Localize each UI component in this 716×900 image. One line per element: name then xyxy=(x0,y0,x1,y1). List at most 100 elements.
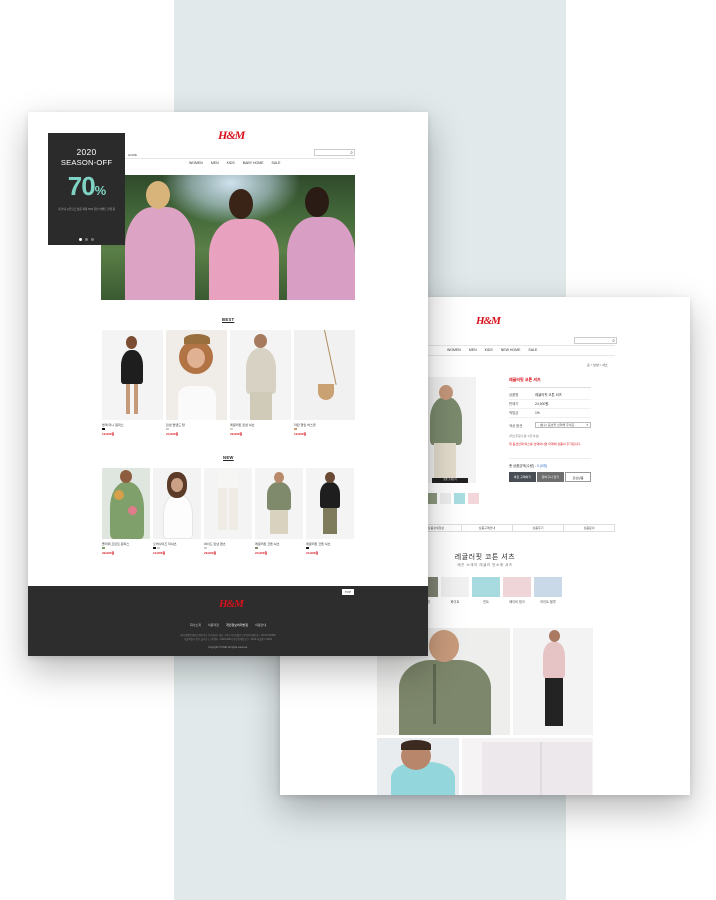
search-input[interactable]: ⌕ xyxy=(314,149,355,156)
product-image[interactable] xyxy=(102,468,150,539)
banner-title: SEASON-OFF xyxy=(60,158,113,167)
search-icon[interactable]: ⌕ xyxy=(350,150,353,156)
option-label: 색상 옵션 xyxy=(509,423,523,428)
product-price: 24,900원 xyxy=(306,551,319,555)
product-card[interactable]: 오버사이즈 티셔츠 12,900원 xyxy=(153,468,201,555)
product-card[interactable]: 블랙 미니 원피스 19,900원 xyxy=(102,330,163,436)
color-swatch[interactable]: 베이비 핑크 xyxy=(503,577,531,604)
main-nav: WOMEN MEN KIDS BABY HOME SALE xyxy=(189,161,280,165)
product-card[interactable]: 와이드 린넨 팬츠 29,900원 xyxy=(204,468,252,555)
nav-item[interactable]: WOMEN xyxy=(189,161,203,165)
footer-link[interactable]: 회사소개 xyxy=(190,623,201,627)
nav-item[interactable]: MEN xyxy=(469,348,477,352)
buy-now-button[interactable]: 바로 구매하기 xyxy=(509,472,536,482)
hero-image[interactable] xyxy=(101,175,355,300)
tab-review[interactable]: 상품후기 xyxy=(513,525,564,531)
product-name: 플라워 프린트 원피스 xyxy=(102,542,130,546)
breadcrumb: HOME xyxy=(128,153,137,157)
logo[interactable]: H&M xyxy=(476,315,501,327)
swatch-light-blue xyxy=(534,577,562,597)
detail-photo xyxy=(513,628,593,735)
product-image[interactable] xyxy=(294,330,355,420)
nav-item[interactable]: SALE xyxy=(528,348,537,352)
product-name: 레귤러핏 코튼 셔츠 xyxy=(306,542,331,546)
new-section-title: NEW xyxy=(223,455,234,460)
swatch-pink xyxy=(503,577,531,597)
nav-item[interactable]: MEN xyxy=(211,161,219,165)
chevron-down-icon: ▾ xyxy=(586,423,588,427)
zoom-label[interactable]: 상품 크게보기 xyxy=(432,478,468,483)
product-card[interactable]: 플라워 프린트 원피스 39,900원 xyxy=(102,468,150,555)
color-swatch[interactable]: 민트 xyxy=(472,577,500,604)
product-title: 레귤러핏 코튼 셔츠 xyxy=(509,377,591,388)
nav-item[interactable]: SALE xyxy=(272,161,281,165)
banner-note: 기간 내 시즌오프 상품 최대 70% 할인 이벤트 진행 중 xyxy=(57,208,116,211)
footer-info: 에이치앤엠 헤네스앤모리츠 주식회사 | 대표 : 안나 가브리엘손 | 사업자… xyxy=(180,634,276,637)
option-note: (최소주문수량 1개 이상) xyxy=(509,434,540,438)
detail-photo xyxy=(462,738,593,795)
product-price: 19,900원 xyxy=(102,432,115,436)
thumbnail[interactable] xyxy=(454,493,465,504)
main-nav: WOMEN MEN KIDS NEW HOME SALE xyxy=(447,348,537,352)
product-image[interactable] xyxy=(153,468,201,539)
search-input[interactable]: ⌕ xyxy=(574,337,617,344)
footer-link[interactable]: 이용약관 xyxy=(208,623,219,627)
product-card[interactable]: 레귤러핏 코튼 셔츠 24,900원 xyxy=(306,468,354,555)
swatch-mint xyxy=(472,577,500,597)
product-price: 29,900원 xyxy=(230,432,243,436)
swatch-white xyxy=(441,577,469,597)
nav-item[interactable]: NEW HOME xyxy=(501,348,521,352)
tab-qna[interactable]: 상품문의 xyxy=(564,525,614,531)
product-card[interactable]: 레귤러핏 코튼 셔츠 24,900원 xyxy=(255,468,303,555)
main-page-mockup: H&M HOME ⌕ WOMEN MEN KIDS BABY HOME SALE… xyxy=(28,112,428,656)
nav-item[interactable]: BABY HOME xyxy=(243,161,264,165)
detail-photo xyxy=(377,738,459,795)
product-price: 24,900원 xyxy=(166,432,179,436)
thumbnail[interactable] xyxy=(468,493,479,504)
product-name: 와이드 린넨 팬츠 xyxy=(204,542,226,546)
season-off-banner[interactable]: 2020 SEASON-OFF 70% 기간 내 시즌오프 상품 최대 70% … xyxy=(48,133,125,245)
total-label: 총 상품금액(수량) : xyxy=(509,464,536,468)
option-select[interactable]: - [필수] 옵션을 선택해 주세요 - ▾ xyxy=(535,422,591,428)
best-section-title: BEST xyxy=(222,317,235,322)
nav-item[interactable]: KIDS xyxy=(485,348,493,352)
color-swatch[interactable]: 라이트 블루 xyxy=(534,577,562,604)
info-row: 상품명 레귤러핏 코튼 셔츠 xyxy=(509,391,591,400)
footer-logo[interactable]: H&M xyxy=(219,598,244,610)
product-name: 라탄 행잉 바스켓 xyxy=(294,423,316,427)
wishlist-button[interactable]: 관심상품 xyxy=(565,472,591,482)
footer-link[interactable]: 개인정보처리방침 xyxy=(226,623,248,627)
product-image[interactable] xyxy=(102,330,163,420)
product-info: 레귤러핏 코튼 셔츠 상품명 레귤러핏 코튼 셔츠 판매가 24,900원 적립금 1… xyxy=(509,377,591,482)
nav-item[interactable]: WOMEN xyxy=(447,348,461,352)
info-row: 판매가 24,900원 xyxy=(509,400,591,409)
product-name: 린넨 블렌드 탑 xyxy=(166,423,185,427)
product-card[interactable]: 라탄 행잉 바스켓 19,900원 xyxy=(294,330,355,436)
product-image[interactable] xyxy=(230,330,291,420)
product-card[interactable]: 린넨 블렌드 탑 24,900원 xyxy=(166,330,227,436)
footer-copyright: Copyright © H&M. All rights reserved. xyxy=(208,646,248,649)
search-icon[interactable]: ⌕ xyxy=(612,338,615,344)
logo[interactable]: H&M xyxy=(218,128,245,143)
product-card[interactable]: 레귤러핏 린넨 셔츠 29,900원 xyxy=(230,330,291,436)
banner-year: 2020 xyxy=(76,147,97,157)
total-value: 0 (0개) xyxy=(536,464,547,468)
add-to-cart-button[interactable]: 장바구니 담기 xyxy=(537,472,564,482)
info-row: 적립금 1% xyxy=(509,409,591,418)
top-button[interactable]: TOP xyxy=(341,589,354,595)
footer-link[interactable]: 이용안내 xyxy=(255,623,266,627)
color-swatch[interactable]: 화이트 xyxy=(441,577,469,604)
product-main-image[interactable]: 상품 크게보기 xyxy=(426,377,476,483)
detail-tabs: 상품상세정보 상품구매안내 상품후기 상품문의 xyxy=(410,524,615,532)
product-image[interactable] xyxy=(204,468,252,539)
product-price: 39,900원 xyxy=(102,551,115,555)
product-image[interactable] xyxy=(166,330,227,420)
tab-guide[interactable]: 상품구매안내 xyxy=(462,525,513,531)
product-name: 블랙 미니 원피스 xyxy=(102,423,124,427)
product-image[interactable] xyxy=(255,468,303,539)
banner-pager[interactable] xyxy=(48,238,125,241)
thumbnail[interactable] xyxy=(440,493,451,504)
nav-item[interactable]: KIDS xyxy=(227,161,235,165)
footer: TOP H&M 회사소개 이용약관 개인정보처리방침 이용안내 에이치앤엠 헤네… xyxy=(28,586,428,656)
product-image[interactable] xyxy=(306,468,354,539)
